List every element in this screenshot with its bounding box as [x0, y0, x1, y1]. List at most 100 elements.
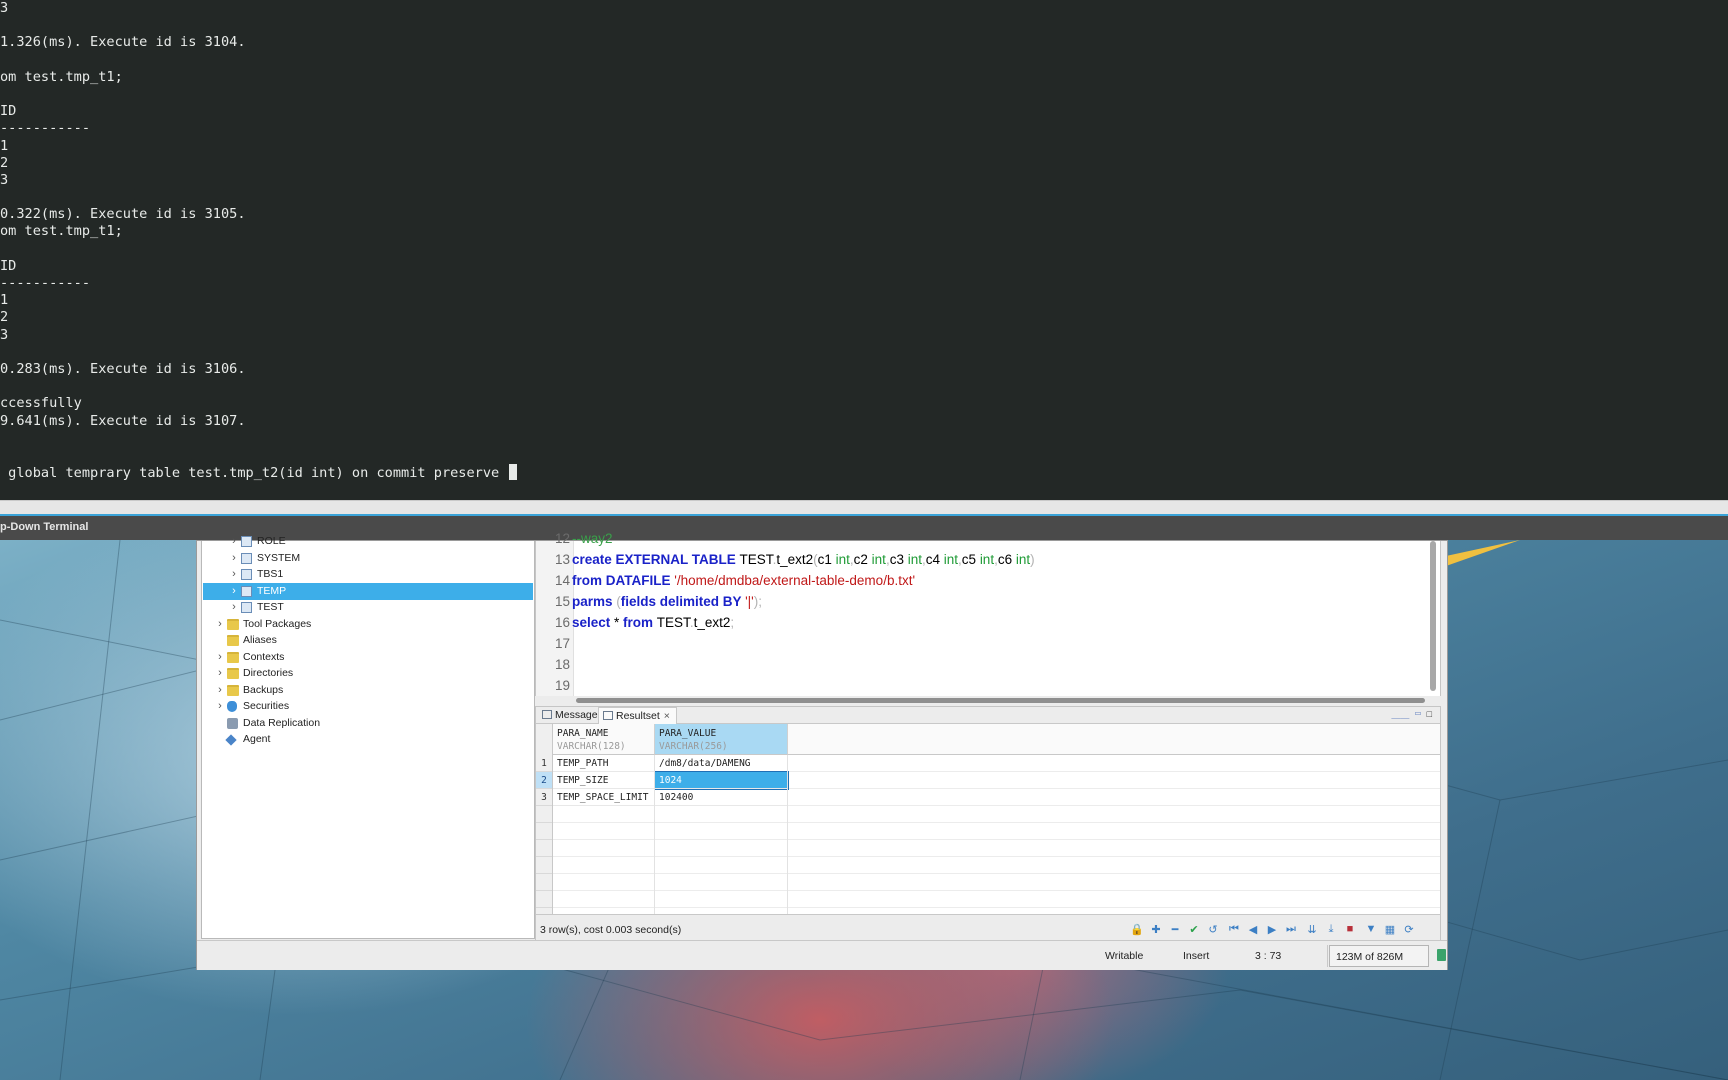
column-header-para-name[interactable]: PARA_NAME VARCHAR(128) [553, 724, 655, 755]
terminal-line: ----------- [0, 120, 91, 137]
terminal-line: 0.283(ms). Execute id is 3106. [0, 360, 246, 377]
row-number[interactable] [536, 891, 552, 908]
row-number[interactable]: 2 [536, 772, 552, 789]
terminal-output[interactable]: 3 1.326(ms). Execute id is 3104. om test.t… [0, 0, 1728, 500]
resultset-grid[interactable]: 123 PARA_NAME VARCHAR(128) PARA_VALUE VARCH… [536, 724, 1440, 914]
refresh-icon[interactable]: ⟳ [1401, 923, 1417, 936]
code-token: '/home/dmdba/external-table-demo/b.txt' [674, 573, 916, 588]
grid-cell[interactable]: 102400 [655, 789, 788, 806]
chevron-right-icon[interactable]: › [229, 583, 239, 600]
chevron-right-icon[interactable]: › [229, 599, 239, 616]
tree-item-agent[interactable]: Agent [203, 731, 533, 748]
row-number[interactable] [536, 806, 552, 823]
tree-item-data-replication[interactable]: Data Replication [203, 715, 533, 732]
tree-item-tbs1[interactable]: › TBS1 [203, 566, 533, 583]
chevron-right-icon[interactable]: › [229, 533, 239, 550]
row-number-column: 123 [536, 724, 553, 914]
terminal-line: om test.tmp_t1; [0, 68, 123, 85]
tab-message[interactable]: Message [538, 707, 598, 724]
memory-indicator[interactable]: 123M of 826M [1329, 945, 1429, 967]
fetch-all-icon[interactable]: ⤓ [1323, 923, 1339, 936]
stop-icon[interactable]: ■ [1342, 923, 1358, 935]
chevron-right-icon[interactable]: › [229, 566, 239, 583]
row-number[interactable]: 1 [536, 755, 552, 772]
fetch-more-icon[interactable]: ⇊ [1304, 923, 1320, 936]
filter-icon[interactable]: ▼ [1363, 923, 1379, 935]
chevron-right-icon[interactable]: › [215, 616, 225, 633]
prev-page-icon[interactable]: ◀ [1245, 923, 1261, 936]
minimize-icon[interactable]: ⎽⎽ [1391, 709, 1409, 719]
tree-item-label: TBS1 [257, 568, 284, 580]
editor-vertical-scrollbar[interactable] [1430, 541, 1436, 691]
editor-horizontal-scrollbar[interactable] [576, 698, 1425, 703]
lock-icon[interactable]: 🔒 [1129, 923, 1145, 936]
next-page-icon[interactable]: ▶ [1264, 923, 1280, 936]
row-number[interactable] [536, 857, 552, 874]
first-page-icon[interactable]: ⏮ [1226, 923, 1242, 936]
row-number[interactable] [536, 840, 552, 857]
chevron-right-icon[interactable]: › [229, 550, 239, 567]
column-header-para-value[interactable]: PARA_VALUE VARCHAR(256) [655, 724, 788, 755]
chevron-right-icon[interactable]: › [215, 649, 225, 666]
grid-line [553, 822, 1440, 823]
last-page-icon[interactable]: ⏭ [1283, 923, 1299, 936]
tree-item-backups[interactable]: › Backups [203, 682, 533, 699]
chevron-right-icon[interactable]: › [215, 682, 225, 699]
code-line[interactable]: 12 --way2 [536, 528, 1416, 549]
add-row-icon[interactable]: ✚ [1148, 923, 1164, 936]
code-line[interactable]: 13 create EXTERNAL TABLE TEST.t_ext2(c1 i… [536, 549, 1416, 570]
tree-item-aliases[interactable]: Aliases [203, 632, 533, 649]
sql-editor[interactable]: 12 --way2 13 create EXTERNAL TABLE TEST.t_e… [535, 531, 1441, 703]
status-separator [1327, 945, 1328, 967]
code-token: ); [753, 594, 762, 609]
code-line[interactable]: 14 from DATAFILE '/home/dmdba/external-ta… [536, 570, 1416, 591]
code-token: fields delimited BY [620, 594, 746, 609]
row-number[interactable] [536, 823, 552, 840]
column-type: VARCHAR(256) [659, 741, 728, 752]
delete-row-icon[interactable]: ━ [1167, 923, 1183, 936]
tree-item-tool-packages[interactable]: › Tool Packages [203, 616, 533, 633]
grid-cell[interactable]: 1024 [654, 771, 789, 790]
message-icon [542, 710, 552, 719]
tab-resultset[interactable]: Resultset × [598, 707, 677, 724]
chevron-right-icon[interactable]: › [215, 698, 225, 715]
terminal-line: 2 [0, 154, 9, 171]
grid-cell[interactable]: TEMP_SIZE [553, 772, 655, 789]
row-number[interactable] [536, 874, 552, 891]
commit-icon[interactable]: ✔ [1186, 923, 1202, 936]
close-icon[interactable]: × [664, 710, 670, 722]
grid-cell[interactable]: TEMP_PATH [553, 755, 655, 772]
tree-item-label: TEST [257, 601, 284, 613]
code-line[interactable]: 19 [536, 675, 1416, 696]
row-number[interactable]: 3 [536, 789, 552, 806]
terminal-line: 0.322(ms). Execute id is 3105. [0, 206, 246, 223]
code-line[interactable]: 16 select * from TEST.t_ext2; [536, 612, 1416, 633]
rollback-icon[interactable]: ↺ [1205, 923, 1221, 936]
chevron-right-icon[interactable]: › [215, 665, 225, 682]
tree-item-contexts[interactable]: › Contexts [203, 649, 533, 666]
code-line[interactable]: 15 parms (fields delimited BY '|'); [536, 591, 1416, 612]
grid-view-icon[interactable]: ▦ [1382, 923, 1398, 936]
object-tree[interactable]: › ROLE › SYSTEM › TBS1 › TEMP › TEST › Tool Package… [201, 535, 535, 939]
maximize-icon[interactable]: □ [1427, 709, 1432, 719]
tree-item-temp[interactable]: › TEMP [203, 582, 533, 600]
tree-item-system[interactable]: › SYSTEM [203, 550, 533, 567]
code-line[interactable]: 18 [536, 654, 1416, 675]
restore-icon[interactable]: ▭ [1414, 709, 1421, 719]
code-line[interactable]: 17 [536, 633, 1416, 654]
dropdown-terminal[interactable]: 3 1.326(ms). Execute id is 3104. om test.t… [0, 0, 1728, 500]
grid-cell[interactable]: TEMP_SPACE_LIMIT [553, 789, 655, 806]
terminal-line: om test.tmp_t1; [0, 223, 123, 240]
tree-item-test[interactable]: › TEST [203, 599, 533, 616]
line-number: 12 [554, 531, 570, 546]
tree-item-role[interactable]: › ROLE [203, 533, 533, 550]
panel-window-buttons[interactable]: ⎽⎽ ▭ □ [1391, 709, 1432, 720]
results-tabs: Message Resultset × ⎽⎽ ▭ □ [536, 707, 1440, 724]
terminal-line: global temprary table test.tmp_t2(id int… [0, 464, 1728, 481]
tree-item-securities[interactable]: › Securities [203, 698, 533, 715]
grid-cell[interactable]: /dm8/data/DAMENG [655, 755, 788, 772]
tree-item-directories[interactable]: › Directories [203, 665, 533, 682]
tree-item-label: Agent [243, 733, 271, 745]
code-token: TEST [739, 552, 773, 567]
garbage-collect-icon[interactable] [1437, 949, 1446, 961]
